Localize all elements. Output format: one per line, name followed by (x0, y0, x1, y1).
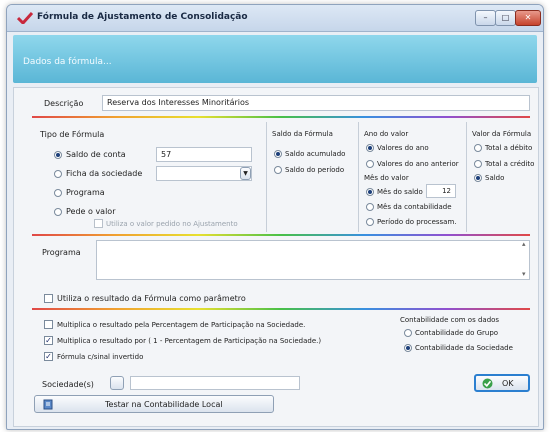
total-credito-label: Total a crédito (485, 160, 535, 168)
radio-total-credito[interactable] (474, 160, 482, 168)
radio-mes-saldo[interactable] (366, 188, 374, 196)
utiliza-pedido-checkbox[interactable] (94, 219, 103, 228)
ok-label: OK (502, 379, 514, 388)
tipo-formula-title: Tipo de Fórmula (40, 130, 105, 139)
divider (32, 308, 530, 310)
saldo-label: Saldo (485, 174, 505, 182)
radio-contabilidade-grupo[interactable] (404, 329, 412, 337)
multiplica-percentagem-label: Multiplica o resultado pela Percentagem … (57, 321, 306, 329)
radio-saldo-periodo[interactable] (274, 166, 282, 174)
window-title: Fórmula de Ajustamento de Consolidação (37, 12, 248, 22)
valores-ano-anterior-label: Valores do ano anterior (377, 160, 459, 168)
divider (32, 234, 530, 236)
pede-valor-label: Pede o valor (66, 207, 116, 216)
sociedades-input[interactable] (130, 376, 300, 390)
testar-label: Testar na Contabilidade Local (105, 400, 223, 409)
utiliza-pedido-label: Utiliza o valor pedido no Ajustamento (106, 220, 238, 228)
radio-saldo[interactable] (474, 174, 482, 182)
radio-periodo-processam[interactable] (366, 218, 374, 226)
separator (466, 122, 467, 232)
contabilidade-sociedade-label: Contabilidade da Sociedade (415, 344, 513, 352)
radio-saldo-acumulado[interactable] (274, 150, 282, 158)
multiplica-percentagem-checkbox[interactable] (44, 320, 53, 329)
valor-formula-title: Valor da Fórmula (472, 130, 532, 138)
maximize-button[interactable]: □ (495, 10, 516, 26)
header-band: Dados da fórmula... (13, 35, 537, 83)
multiplica-por-checkbox[interactable]: ✓ (44, 336, 53, 345)
sinal-invertido-label: Fórmula c/sinal invertido (57, 353, 144, 361)
testar-contabilidade-button[interactable]: Testar na Contabilidade Local (34, 395, 274, 413)
saldo-conta-label: Saldo de conta (66, 150, 126, 159)
descricao-label: Descrição (44, 99, 84, 108)
sinal-invertido-checkbox[interactable]: ✓ (44, 352, 53, 361)
radio-valores-ano-anterior[interactable] (366, 160, 374, 168)
mes-contabilidade-label: Mês da contabilidade (377, 203, 452, 211)
saldo-acumulado-label: Saldo acumulado (285, 150, 346, 158)
document-icon (43, 399, 53, 410)
programa-option-label: Programa (66, 188, 105, 197)
dialog-window: Fórmula de Ajustamento de Consolidação –… (6, 4, 544, 430)
radio-programa[interactable] (54, 189, 62, 197)
saldo-conta-input[interactable]: 57 (156, 147, 252, 162)
mes-saldo-input[interactable]: 12 (426, 184, 456, 198)
separator (358, 122, 359, 232)
ficha-sociedade-label: Ficha da sociedade (66, 169, 143, 178)
radio-mes-contabilidade[interactable] (366, 203, 374, 211)
radio-ficha-sociedade[interactable] (54, 170, 62, 178)
multiplica-por-label: Multiplica o resultado por ( 1 - Percent… (57, 337, 322, 345)
descricao-input[interactable]: Reserva dos Interesses Minoritários (102, 95, 530, 111)
utiliza-resultado-label: Utiliza o resultado da Fórmula como parâ… (57, 294, 246, 303)
ok-check-icon (482, 378, 493, 389)
radio-total-debito[interactable] (474, 144, 482, 152)
chevron-down-icon[interactable]: ▼ (240, 167, 251, 180)
minimize-button[interactable]: – (475, 10, 496, 26)
radio-contabilidade-sociedade[interactable] (404, 344, 412, 352)
saldo-periodo-label: Saldo do período (285, 166, 345, 174)
mes-valor-title: Mês do valor (364, 174, 409, 182)
ano-valor-title: Ano do valor (364, 130, 409, 138)
scroll-down-icon[interactable]: ▾ (522, 270, 526, 278)
programa-textarea[interactable] (96, 240, 530, 280)
mes-saldo-label: Mês do saldo (377, 188, 423, 196)
utiliza-resultado-checkbox[interactable] (44, 294, 53, 303)
total-debito-label: Total a débito (485, 144, 533, 152)
radio-pede-valor[interactable] (54, 208, 62, 216)
header-subtitle: Dados da fórmula... (23, 57, 112, 67)
contabilidade-grupo-label: Contabilidade do Grupo (415, 329, 499, 337)
radio-saldo-conta[interactable] (54, 151, 62, 159)
sociedades-label: Sociedade(s) (42, 380, 94, 389)
divider (32, 116, 530, 118)
separator (266, 122, 267, 232)
title-bar[interactable]: Fórmula de Ajustamento de Consolidação –… (7, 5, 543, 32)
form-panel: Descrição Reserva dos Interesses Minorit… (13, 87, 539, 427)
radio-valores-ano[interactable] (366, 144, 374, 152)
close-button[interactable]: ✕ (515, 10, 541, 26)
checkmark-logo-icon (17, 12, 33, 24)
saldo-formula-title: Saldo da Fórmula (272, 130, 333, 138)
contabilidade-dados-title: Contabilidade com os dados (400, 316, 500, 324)
scroll-up-icon[interactable]: ▴ (522, 240, 526, 248)
sociedades-lookup-button[interactable] (110, 376, 124, 390)
programa-label: Programa (42, 248, 81, 257)
ficha-sociedade-select[interactable] (156, 166, 252, 181)
valores-ano-label: Valores do ano (377, 144, 429, 152)
periodo-processam-label: Período do processam. (377, 218, 457, 226)
ok-button[interactable]: OK (474, 374, 530, 392)
